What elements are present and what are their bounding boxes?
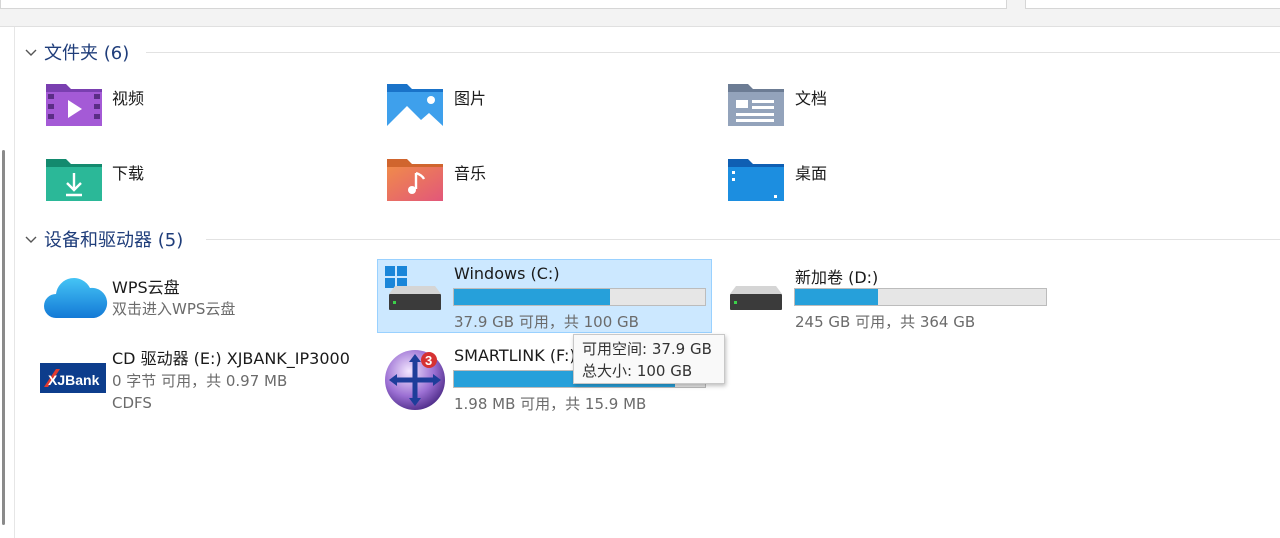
device-filesystem: CDFS	[112, 394, 152, 412]
folder-label: 桌面	[795, 164, 828, 183]
documents-folder-icon	[728, 84, 784, 126]
folders-group-header[interactable]: 文件夹 (6)	[24, 40, 129, 64]
chevron-down-icon	[25, 236, 37, 243]
smartlink-drive-icon: 3	[385, 350, 445, 410]
folders-group-title: 文件夹 (6)	[44, 43, 130, 64]
device-label: SMARTLINK (F:)	[454, 346, 576, 365]
device-subtitle: 37.9 GB 可用，共 100 GB	[454, 313, 639, 331]
xjbank-cd-icon: XJBank	[40, 363, 106, 393]
device-label: Windows (C:)	[454, 264, 560, 283]
device-subtitle: 245 GB 可用，共 364 GB	[795, 313, 976, 331]
drive-usage-bar	[794, 288, 1047, 306]
chevron-down-icon	[25, 49, 37, 56]
tooltip-free-space: 可用空间: 37.9 GB	[582, 340, 712, 358]
toolbar-area	[0, 0, 1280, 27]
desktop-folder-icon	[728, 159, 784, 201]
devices-group-title: 设备和驱动器 (5)	[44, 230, 184, 251]
music-folder-icon	[387, 159, 443, 201]
device-label: WPS云盘	[112, 278, 180, 297]
drive-usage-fill	[454, 289, 610, 305]
svg-text:3: 3	[425, 353, 432, 368]
device-subtitle: 0 字节 可用，共 0.97 MB	[112, 372, 288, 390]
device-subtitle: 1.98 MB 可用，共 15.9 MB	[454, 395, 647, 413]
folder-label: 文档	[795, 89, 828, 108]
scrollbar-thumb[interactable]	[2, 150, 5, 525]
device-label: CD 驱动器 (E:) XJBANK_IP3000	[112, 349, 350, 368]
search-box[interactable]	[1025, 0, 1280, 9]
drive-usage-bar	[453, 288, 706, 306]
group-divider	[206, 239, 1280, 240]
folder-label: 音乐	[454, 164, 487, 183]
device-label: 新加卷 (D:)	[795, 268, 879, 287]
device-subtitle: 双击进入WPS云盘	[112, 300, 236, 318]
hard-drive-icon	[730, 286, 782, 310]
drive-usage-fill	[795, 289, 878, 305]
tooltip-total-size: 总大小: 100 GB	[582, 362, 693, 380]
videos-folder-icon	[46, 84, 102, 126]
address-bar[interactable]	[0, 0, 1007, 9]
wps-cloud-icon	[44, 278, 108, 318]
svg-text:XJBank: XJBank	[48, 372, 100, 388]
group-divider	[146, 52, 1280, 53]
devices-group-header[interactable]: 设备和驱动器 (5)	[24, 227, 183, 251]
windows-drive-icon	[385, 266, 441, 310]
folder-label: 视频	[112, 89, 145, 108]
folder-label: 下载	[112, 164, 145, 183]
pictures-folder-icon	[387, 84, 443, 126]
downloads-folder-icon	[46, 159, 102, 201]
folder-label: 图片	[454, 89, 487, 108]
drive-tooltip: 可用空间: 37.9 GB 总大小: 100 GB	[573, 334, 725, 384]
